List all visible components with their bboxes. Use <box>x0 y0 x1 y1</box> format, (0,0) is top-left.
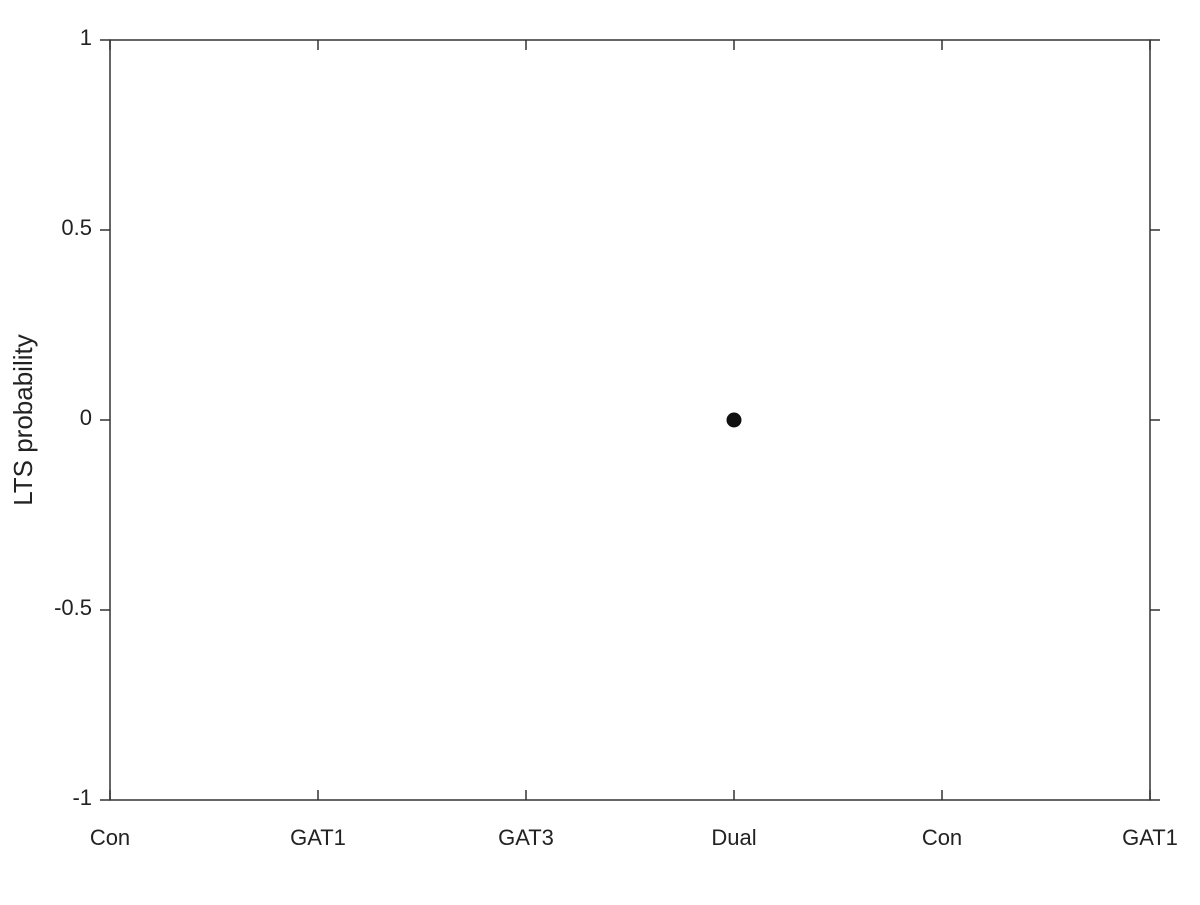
y-tick-label-n1: -1 <box>72 785 92 810</box>
y-axis-label: LTS probability <box>8 334 38 506</box>
chart-container: 1 0.5 0 -0.5 -1 LTS probability Con GAT1… <box>0 0 1200 900</box>
plot-background <box>110 40 1150 800</box>
x-label-con1: Con <box>90 825 130 850</box>
x-label-gat3: GAT3 <box>498 825 554 850</box>
x-label-gat1-1: GAT1 <box>290 825 346 850</box>
x-label-dual: Dual <box>711 825 756 850</box>
y-tick-label-1: 1 <box>80 25 92 50</box>
x-label-gat1-2: GAT1 <box>1122 825 1178 850</box>
chart-svg: 1 0.5 0 -0.5 -1 LTS probability Con GAT1… <box>0 0 1200 900</box>
y-tick-label-n05: -0.5 <box>54 595 92 620</box>
data-point-dual <box>727 413 741 427</box>
y-tick-label-05: 0.5 <box>61 215 92 240</box>
x-label-con2: Con <box>922 825 962 850</box>
y-tick-label-0: 0 <box>80 405 92 430</box>
